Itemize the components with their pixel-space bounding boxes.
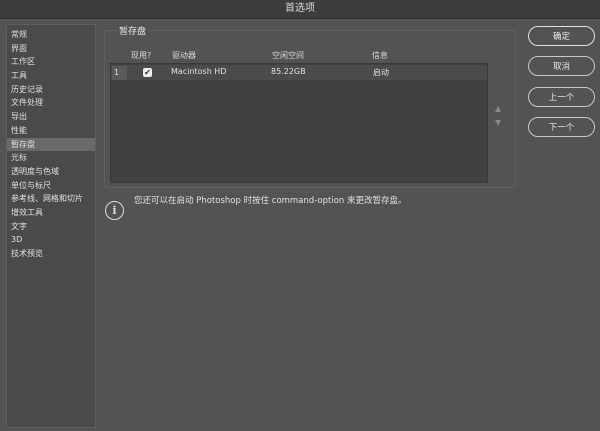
move-up-arrow-icon[interactable]: ▲ bbox=[495, 104, 501, 113]
drive-info: 启动 bbox=[373, 68, 389, 77]
sidebar-item-guides-grid[interactable]: 参考线、网格和切片 bbox=[7, 192, 95, 206]
sidebar-item-scratch-disks[interactable]: 暂存盘 bbox=[7, 137, 95, 152]
ok-button[interactable]: 确定 bbox=[528, 26, 595, 46]
sidebar-item-3d[interactable]: 3D bbox=[7, 233, 95, 247]
window-title: 首选项 bbox=[0, 0, 600, 19]
move-down-arrow-icon[interactable]: ▼ bbox=[495, 118, 501, 127]
next-button[interactable]: 下一个 bbox=[528, 117, 595, 137]
previous-button[interactable]: 上一个 bbox=[528, 87, 595, 107]
cancel-button[interactable]: 取消 bbox=[528, 56, 595, 76]
sidebar-item-type[interactable]: 文字 bbox=[7, 220, 95, 234]
sidebar-item-performance[interactable]: 性能 bbox=[7, 124, 95, 138]
preferences-sidebar: 常规 界面 工作区 工具 历史记录 文件处理 导出 性能 暂存盘 光标 透明度与… bbox=[6, 24, 96, 428]
row-index: 1 bbox=[112, 66, 127, 80]
sidebar-item-plugins[interactable]: 增效工具 bbox=[7, 206, 95, 220]
scratch-disk-table: 1 ✔ Macintosh HD 85.22GB 启动 bbox=[110, 63, 488, 183]
sidebar-item-tools[interactable]: 工具 bbox=[7, 69, 95, 83]
column-active: 现用? bbox=[131, 51, 152, 60]
info-icon: i bbox=[105, 201, 124, 220]
drive-name: Macintosh HD bbox=[171, 67, 227, 76]
sidebar-item-workspace[interactable]: 工作区 bbox=[7, 55, 95, 69]
column-free-space: 空闲空间 bbox=[272, 51, 304, 60]
column-info: 信息 bbox=[372, 51, 388, 60]
sidebar-item-file-handling[interactable]: 文件处理 bbox=[7, 96, 95, 110]
sidebar-item-transparency[interactable]: 透明度与色域 bbox=[7, 165, 95, 179]
sidebar-item-tech-preview[interactable]: 技术预览 bbox=[7, 247, 95, 261]
free-space: 85.22GB bbox=[271, 67, 306, 76]
info-text: 您还可以在启动 Photoshop 时按住 command-option 来更改… bbox=[134, 196, 407, 206]
sidebar-item-interface[interactable]: 界面 bbox=[7, 42, 95, 56]
sidebar-item-history[interactable]: 历史记录 bbox=[7, 83, 95, 97]
table-row[interactable]: 1 ✔ Macintosh HD 85.22GB 启动 bbox=[111, 65, 487, 80]
sidebar-item-export[interactable]: 导出 bbox=[7, 110, 95, 124]
sidebar-item-cursors[interactable]: 光标 bbox=[7, 151, 95, 165]
column-drive: 驱动器 bbox=[172, 51, 196, 60]
group-title: 暂存盘 bbox=[117, 24, 149, 37]
sidebar-item-general[interactable]: 常规 bbox=[7, 28, 95, 42]
sidebar-item-units-rulers[interactable]: 单位与标尺 bbox=[7, 179, 95, 193]
active-checkbox[interactable]: ✔ bbox=[143, 68, 152, 77]
